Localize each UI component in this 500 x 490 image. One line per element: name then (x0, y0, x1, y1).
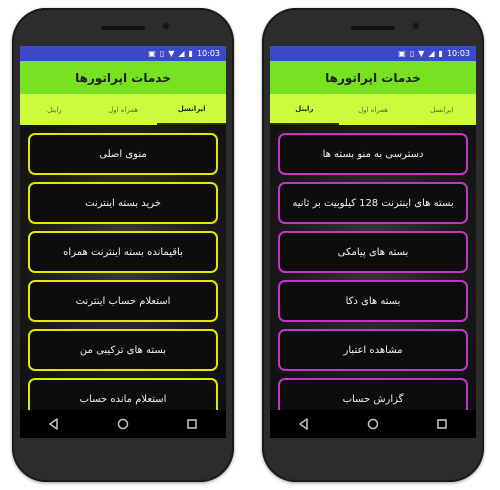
signal-icon: ◢ (428, 48, 435, 58)
internet-128kbps-packages-button[interactable]: بسته های اینترنت 128 کیلوبیت بر ثانیه (278, 182, 468, 224)
vibrate-icon: ▯ (409, 48, 415, 58)
back-icon[interactable] (40, 414, 68, 434)
content-area: منوی اصلی خرید بسته اینترنت باقیمانده بس… (20, 125, 226, 410)
home-icon[interactable] (359, 414, 387, 434)
internet-account-inquiry-button[interactable]: استعلام حساب اینترنت (28, 280, 218, 322)
speaker-grille (351, 26, 395, 30)
speaker-grille (101, 26, 145, 30)
tab-irancell[interactable]: ایرانسل (407, 94, 476, 125)
signal-icon: ◢ (178, 48, 185, 58)
home-icon[interactable] (109, 414, 137, 434)
navigation-bar (270, 410, 476, 438)
view-credit-button[interactable]: مشاهده اعتبار (278, 329, 468, 371)
my-combo-packages-button[interactable]: بسته های ترکیبی من (28, 329, 218, 371)
front-camera (412, 22, 420, 30)
content-area: دسترسی به منو بسته ها بسته های اینترنت 1… (270, 125, 476, 410)
nfc-icon: ▣ (148, 48, 156, 58)
balance-inquiry-button[interactable]: استعلام مانده حساب (28, 378, 218, 410)
sms-packages-button[interactable]: بسته های پیامکی (278, 231, 468, 273)
status-bar: ▣ ▯ ▼ ◢ ▮ 10:03 (20, 46, 226, 61)
app-title: خدمات اپراتورها (270, 61, 476, 94)
recents-icon[interactable] (178, 414, 206, 434)
wifi-icon: ▼ (418, 48, 425, 58)
account-report-button[interactable]: گزارش حساب (278, 378, 468, 410)
status-time: 10:03 (196, 49, 220, 58)
operator-tabs: رایتل همراه اول ایرانسل (270, 94, 476, 125)
packages-menu-access-button[interactable]: دسترسی به منو بسته ها (278, 133, 468, 175)
main-menu-button[interactable]: منوی اصلی (28, 133, 218, 175)
menu-list: منوی اصلی خرید بسته اینترنت باقیمانده بس… (28, 133, 218, 410)
tab-hamrah-aval[interactable]: همراه اول (89, 94, 158, 125)
deka-packages-button[interactable]: بسته های دکا (278, 280, 468, 322)
tab-irancell[interactable]: ایرانسل (157, 94, 226, 125)
recents-icon[interactable] (428, 414, 456, 434)
battery-icon: ▮ (438, 48, 443, 58)
wifi-icon: ▼ (168, 48, 175, 58)
back-icon[interactable] (290, 414, 318, 434)
navigation-bar (20, 410, 226, 438)
menu-list: دسترسی به منو بسته ها بسته های اینترنت 1… (278, 133, 468, 410)
front-camera (162, 22, 170, 30)
operator-tabs: رایتل همراه اول ایرانسل (20, 94, 226, 125)
vibrate-icon: ▯ (159, 48, 165, 58)
battery-icon: ▮ (188, 48, 193, 58)
phone-left: ▣ ▯ ▼ ◢ ▮ 10:03 خدمات اپراتورها رایتل هم… (12, 8, 234, 482)
nfc-icon: ▣ (398, 48, 406, 58)
tab-rightel[interactable]: رایتل (20, 94, 89, 125)
phone-right: ▣ ▯ ▼ ◢ ▮ 10:03 خدمات اپراتورها رایتل هم… (262, 8, 484, 482)
tab-rightel[interactable]: رایتل (270, 94, 339, 125)
status-bar: ▣ ▯ ▼ ◢ ▮ 10:03 (270, 46, 476, 61)
app-title: خدمات اپراتورها (20, 61, 226, 94)
buy-internet-package-button[interactable]: خرید بسته اینترنت (28, 182, 218, 224)
status-time: 10:03 (446, 49, 470, 58)
screen-left: ▣ ▯ ▼ ◢ ▮ 10:03 خدمات اپراتورها رایتل هم… (20, 46, 226, 438)
tab-hamrah-aval[interactable]: همراه اول (339, 94, 408, 125)
screen-right: ▣ ▯ ▼ ◢ ▮ 10:03 خدمات اپراتورها رایتل هم… (270, 46, 476, 438)
remaining-internet-button[interactable]: باقیمانده بسته اینترنت همراه (28, 231, 218, 273)
